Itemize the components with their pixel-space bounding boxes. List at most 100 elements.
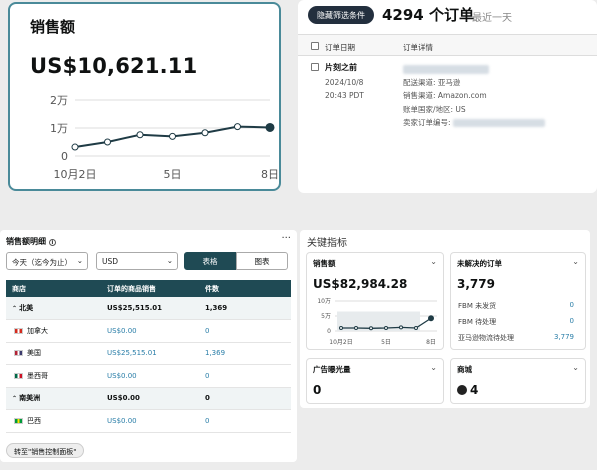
units-cell: 0 <box>199 364 291 388</box>
ca-flag-icon <box>14 327 23 334</box>
kpi-sales-sparkline: 10万 5万 0 10月2日 5日 8日 <box>317 298 437 346</box>
sales-cell: US$25,515.01 <box>101 297 199 320</box>
select-all-checkbox[interactable] <box>311 42 319 50</box>
goto-sales-dashboard-button[interactable]: 转至"销售控制面板" <box>6 443 85 458</box>
units-cell: 0 <box>199 409 291 433</box>
sales-cell: US$25,515.01 <box>101 342 199 365</box>
data-point <box>136 131 144 139</box>
kpi-ads-value: 0 <box>313 383 322 397</box>
kpi-stores-value: 4 <box>457 383 478 397</box>
data-point <box>265 122 275 132</box>
units-cell: 0 <box>199 319 291 343</box>
fbm-unshipped-row[interactable]: FBM 未发货 0 <box>458 301 574 311</box>
order-row[interactable]: 片刻之前 2024/10/8 20:43 PDT 配送渠道: 亚马逊 销售渠道:… <box>298 56 597 156</box>
store-cell: 巴西 <box>6 409 101 433</box>
sales-sparkline: 2万 1万 0 10月2日 5日 8日 <box>50 94 279 181</box>
more-options-icon[interactable]: ··· <box>281 233 291 244</box>
region-row[interactable]: ⌃ 北美 US$25,515.01 1,369 <box>6 297 291 320</box>
store-cell: 加拿大 <box>6 319 101 343</box>
data-point <box>104 138 111 146</box>
data-point <box>234 123 241 131</box>
data-point <box>414 326 418 330</box>
afn-pending-row[interactable]: 亚马逊物流待处理 3,779 <box>458 333 574 343</box>
kpi-stores-label: 商城 <box>457 365 472 374</box>
orders-count: 4294 个订单 <box>382 6 474 24</box>
data-point <box>169 132 176 140</box>
order-sales-channel: 销售渠道: Amazon.com <box>403 91 487 100</box>
chevron-down-icon: ⌄ <box>76 256 83 265</box>
kpi-orders-card[interactable]: 未解决的订单 ⌄ 3,779 FBM 未发货 0 FBM 待处理 0 亚马逊物流待处… <box>450 252 586 350</box>
units-cell: 0 <box>199 387 291 410</box>
order-seller-id: 卖家订单编号: <box>403 116 545 130</box>
date-range-select[interactable]: 今天（迄今为止） ⌄ <box>6 252 88 270</box>
units-cell: 1,369 <box>199 297 291 320</box>
key-metrics-title: 关键指标 <box>307 238 347 249</box>
data-point <box>369 326 373 331</box>
toggle-chart-button[interactable]: 图表 <box>236 252 288 270</box>
order-date: 2024/10/8 <box>325 78 364 87</box>
detail-title: 销售额明细 i <box>6 236 56 247</box>
x-tick-label: 8日 <box>426 339 436 346</box>
data-point <box>354 326 358 330</box>
chevron-down-icon[interactable]: ⌄ <box>572 257 579 266</box>
orders-card: 隐藏筛选条件 4294 个订单 最近一天 订单日期 订单详情 片刻之前 2024… <box>298 0 597 193</box>
region-row[interactable]: ⌃ 南美洲 US$0.00 0 <box>6 387 291 410</box>
header-order-date: 订单日期 <box>325 43 355 52</box>
chevron-down-icon[interactable]: ⌄ <box>572 363 579 372</box>
order-id-redacted[interactable] <box>403 62 545 76</box>
key-metrics-section: 关键指标 销售额 ⌄ US$82,984.28 10万 5万 0 10月2日 5日 8日 … <box>300 230 590 408</box>
order-fulfillment: 配送渠道: 亚马逊 <box>403 77 461 87</box>
sales-card[interactable]: 销售额 US$10,621.11 2万 1万 0 10月2日 5日 8日 <box>8 2 281 191</box>
y-tick-label: 10万 <box>317 298 331 305</box>
info-icon[interactable]: i <box>48 239 56 246</box>
y-tick-label: 0 <box>61 150 68 163</box>
us-flag-icon <box>14 350 23 357</box>
order-relative-time: 片刻之前 <box>325 63 357 72</box>
country-row[interactable]: 巴西 US$0.00 0 <box>6 409 291 433</box>
currency-select[interactable]: USD ⌄ <box>96 252 178 270</box>
fbm-pending-row[interactable]: FBM 待处理 0 <box>458 317 574 327</box>
toggle-table-button[interactable]: 表格 <box>184 252 236 270</box>
y-tick-label: 5万 <box>321 313 331 320</box>
y-tick-label: 1万 <box>50 122 68 135</box>
kpi-ads-card[interactable]: 广告曝光量 ⌄ 0 <box>306 358 444 404</box>
order-date-block: 2024/10/8 20:43 PDT <box>325 76 364 102</box>
data-point <box>201 129 209 137</box>
order-detail: 配送渠道: 亚马逊 销售渠道: Amazon.com 账单国家/地区: US 卖… <box>403 62 545 130</box>
chevron-down-icon: ⌄ <box>166 256 173 265</box>
header-store: 商店 <box>6 280 101 297</box>
header-units: 件数 <box>199 280 291 297</box>
x-tick-label: 10月2日 <box>54 168 97 181</box>
hide-filters-button[interactable]: 隐藏筛选条件 <box>308 6 374 24</box>
order-billing-country: 账单国家/地区: US <box>403 104 466 114</box>
kpi-sales-card[interactable]: 销售额 ⌄ US$82,984.28 10万 5万 0 10月2日 5日 8日 <box>306 252 444 350</box>
orders-table-header: 订单日期 订单详情 <box>298 34 597 56</box>
kpi-stores-card[interactable]: 商城 ⌄ 4 <box>450 358 586 404</box>
kpi-ads-label: 广告曝光量 <box>313 365 351 374</box>
orders-table: 订单日期 订单详情 片刻之前 2024/10/8 20:43 PDT 配送渠道:… <box>298 34 597 156</box>
header-sales: 订单的商品销售 <box>101 280 199 297</box>
sales-cell: US$0.00 <box>101 387 199 410</box>
y-tick-label: 2万 <box>50 94 68 107</box>
sales-detail-card: 销售额明细 i ··· 今天（迄今为止） ⌄ USD ⌄ 表格 图表 商店 订单的商… <box>0 230 297 462</box>
kpi-orders-label: 未解决的订单 <box>457 259 502 268</box>
country-row[interactable]: 墨西哥 US$0.00 0 <box>6 364 291 388</box>
mx-flag-icon <box>14 372 23 379</box>
sales-detail-table: 商店 订单的商品销售 件数 ⌃ 北美 US$25,515.01 1,369 加拿大 US… <box>6 280 291 433</box>
country-row[interactable]: 加拿大 US$0.00 0 <box>6 319 291 343</box>
orders-range: 最近一天 <box>472 13 512 24</box>
order-checkbox[interactable] <box>311 63 319 71</box>
data-point <box>384 326 388 330</box>
store-cell: ⌃ 北美 <box>6 297 101 320</box>
header-order-detail: 订单详情 <box>403 43 433 52</box>
data-point <box>399 325 403 330</box>
kpi-orders-value: 3,779 <box>457 277 495 291</box>
br-flag-icon <box>14 417 23 424</box>
data-point <box>428 315 434 322</box>
x-tick-label: 5日 <box>381 339 391 346</box>
sales-cell: US$0.00 <box>101 364 199 388</box>
country-row[interactable]: 美国 US$25,515.01 1,369 <box>6 342 291 365</box>
chevron-down-icon[interactable]: ⌄ <box>430 363 437 372</box>
store-cell: 美国 <box>6 342 101 365</box>
x-tick-label: 10月2日 <box>329 339 352 346</box>
